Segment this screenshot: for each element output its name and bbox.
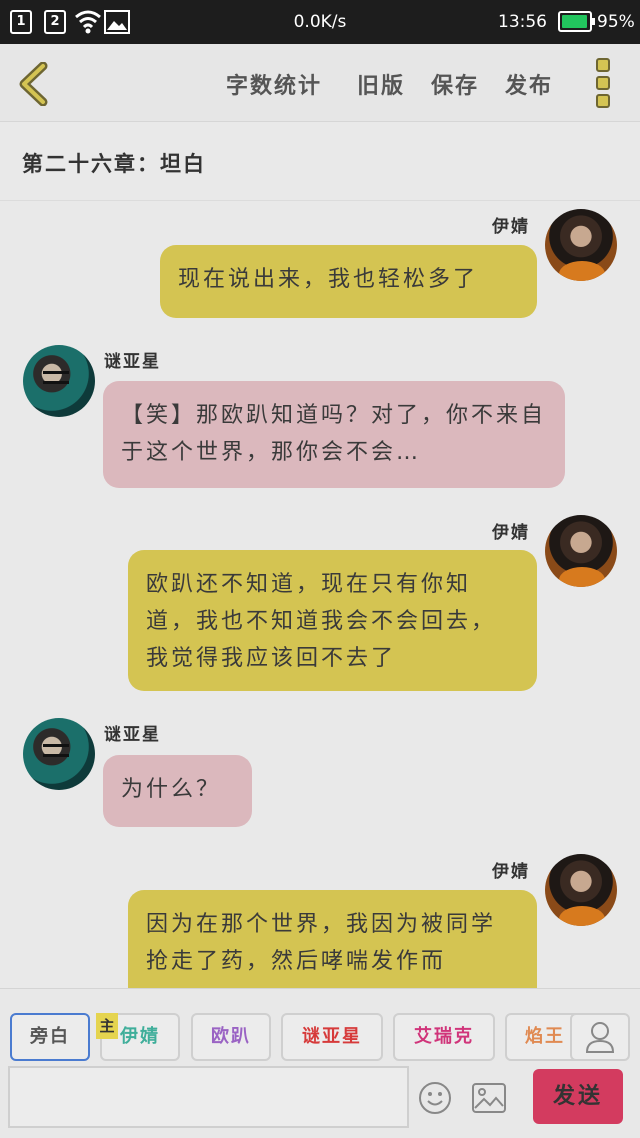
save-button[interactable]: 保存 xyxy=(431,68,479,100)
role-label: 谜亚星 xyxy=(302,1026,362,1047)
role-label: 欧趴 xyxy=(211,1026,251,1047)
message-bubble[interactable]: 现在说出来，我也轻松多了 xyxy=(160,245,537,318)
battery-percent: 95% xyxy=(597,12,635,32)
role-jieyaxing-button[interactable]: 谜亚星 xyxy=(281,1013,383,1061)
image-icon[interactable] xyxy=(471,1081,507,1115)
old-version-button[interactable]: 旧版 xyxy=(357,68,405,100)
role-eric-button[interactable]: 艾瑞克 xyxy=(393,1013,495,1061)
battery-icon xyxy=(558,11,595,32)
send-button[interactable]: 发送 xyxy=(533,1069,623,1124)
more-menu-icon[interactable] xyxy=(596,58,612,110)
message-bubble[interactable]: 欧趴还不知道，现在只有你知道，我也不知道我会不会回去，我觉得我应该回不去了 xyxy=(128,550,537,691)
avatar[interactable] xyxy=(545,515,617,587)
speaker-name: 谜亚星 xyxy=(104,352,161,372)
toolbar: 字数统计 旧版 保存 发布 xyxy=(0,44,640,122)
speaker-name: 伊婧 xyxy=(492,523,530,543)
role-narrator-button[interactable]: 旁白 xyxy=(10,1013,90,1061)
person-icon xyxy=(585,1022,615,1053)
word-count-button[interactable]: 字数统计 xyxy=(226,68,322,100)
avatar[interactable] xyxy=(23,718,95,790)
speaker-name: 伊婧 xyxy=(492,862,530,882)
message-bubble[interactable]: 【笑】那欧趴知道吗？对了，你不来自于这个世界，那你会不会… xyxy=(103,381,565,488)
status-bar: 1 2 0.0K/s 13:56 95% xyxy=(0,0,640,44)
divider xyxy=(0,200,640,201)
message-bubble[interactable]: 为什么？ xyxy=(103,755,252,827)
role-label: 旁白 xyxy=(30,1026,70,1047)
character-manage-button[interactable] xyxy=(570,1013,630,1061)
speaker-name: 谜亚星 xyxy=(104,725,161,745)
main-character-badge: 主 xyxy=(96,1013,118,1039)
role-label: 伊婧 xyxy=(120,1026,160,1047)
role-opa-button[interactable]: 欧趴 xyxy=(191,1013,271,1061)
emoji-icon[interactable] xyxy=(418,1081,452,1115)
message-input[interactable] xyxy=(8,1066,409,1128)
back-icon[interactable] xyxy=(16,62,50,106)
avatar[interactable] xyxy=(545,209,617,281)
clock: 13:56 xyxy=(498,12,547,32)
role-label: 艾瑞克 xyxy=(414,1026,474,1047)
battery-fill xyxy=(562,15,587,28)
avatar[interactable] xyxy=(23,345,95,417)
chapter-title[interactable]: 第二十六章：坦白 xyxy=(22,148,206,178)
role-label: 焰王 xyxy=(525,1026,565,1047)
avatar[interactable] xyxy=(545,854,617,926)
speaker-name: 伊婧 xyxy=(492,217,530,237)
publish-button[interactable]: 发布 xyxy=(505,68,553,100)
